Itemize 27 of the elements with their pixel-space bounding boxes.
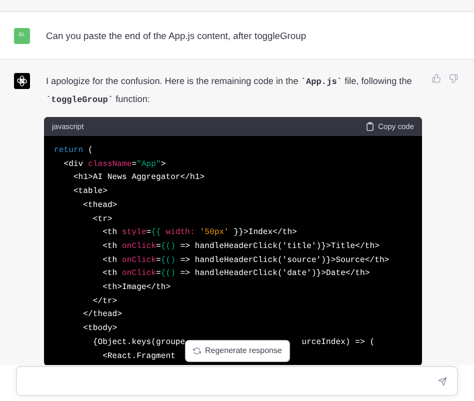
code-line-text: <th style={{ width: '50px' }}>Index</th> bbox=[102, 228, 297, 238]
code-line-text: urceIndex) => ( bbox=[302, 338, 375, 347]
clipboard-icon bbox=[366, 122, 374, 131]
thumbs-up-icon[interactable] bbox=[432, 74, 441, 83]
message-text: Can you paste the end of the App.js content, after toggleGroup bbox=[46, 29, 306, 43]
assistant-avatar bbox=[14, 73, 30, 89]
code-line-text: <React.Fragment bbox=[102, 352, 176, 361]
code-line-text: <th onClick={() => handleHeaderClick('date')}>Date</th> bbox=[102, 269, 370, 278]
code-line-text: <tbody> bbox=[83, 324, 118, 334]
code-line-text: <tr> bbox=[92, 214, 112, 224]
send-icon[interactable] bbox=[438, 376, 447, 386]
regenerate-button[interactable]: Regenerate response bbox=[185, 340, 290, 362]
code-line-text: </thead> bbox=[83, 310, 122, 320]
code-line-text: {Object.keys(groupe bbox=[92, 338, 186, 347]
message-input[interactable] bbox=[16, 366, 458, 396]
refresh-icon bbox=[193, 347, 201, 355]
code-line-text: <h1>AI News Aggregator</h1> bbox=[73, 173, 205, 182]
code-line-text: <th>Image</th> bbox=[102, 283, 171, 292]
code-line-text: <th onClick={() => handleHeaderClick('title')}>Title</th> bbox=[102, 242, 380, 251]
code-line-text: <th onClick={() => handleHeaderClick('source')}>Source</th> bbox=[102, 256, 390, 265]
code-line-text: <div className="App"> bbox=[64, 160, 166, 169]
code-line-text: return ( bbox=[54, 146, 93, 155]
code-line-text: </tr> bbox=[92, 296, 118, 306]
thumbs-down-icon[interactable] bbox=[449, 74, 458, 83]
code-line-text: <thead> bbox=[83, 200, 118, 210]
code-line-text: <table> bbox=[73, 187, 108, 196]
message-text: I apologize for the confusion. Here is the remaining code in the `App.js` file, following the `toggleGroup` function: bbox=[46, 75, 413, 107]
